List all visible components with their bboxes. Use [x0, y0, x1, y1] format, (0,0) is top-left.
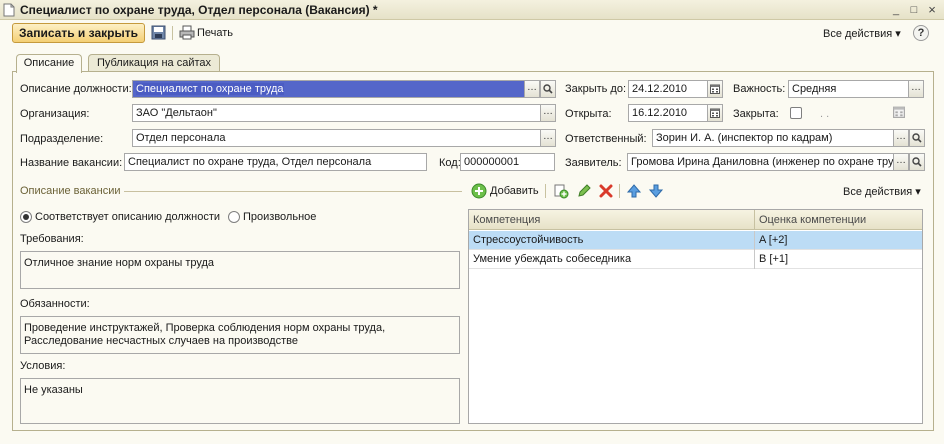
tab-publication[interactable]: Публикация на сайтах: [88, 54, 220, 72]
competencies-all-actions-menu[interactable]: Все действия ▾: [843, 185, 921, 198]
organization-label: Организация:: [20, 108, 90, 120]
code-label: Код:: [439, 157, 461, 169]
conditions-field[interactable]: Не указаны: [20, 378, 460, 424]
organization-field[interactable]: ЗАО "Дельтаон": [132, 104, 541, 122]
radio-arbitrary[interactable]: [228, 211, 240, 223]
duties-label: Обязанности:: [20, 298, 90, 310]
closed-label: Закрыта:: [733, 108, 779, 120]
vacancy-name-field[interactable]: Специалист по охране труда, Отдел персон…: [124, 153, 427, 171]
opened-label: Открыта:: [565, 108, 612, 120]
close-button[interactable]: ×: [925, 3, 939, 17]
tab-description[interactable]: Описание: [16, 54, 82, 73]
responsible-select-button[interactable]: …: [893, 129, 909, 147]
rating-cell: B [+1]: [759, 253, 789, 265]
department-field[interactable]: Отдел персонала: [132, 129, 541, 147]
save-and-close-button[interactable]: Записать и закрыть: [12, 23, 145, 43]
arrow-up-icon[interactable]: [626, 183, 642, 199]
applicant-select-button[interactable]: …: [893, 153, 909, 171]
radio-matches-label: Соответствует описанию должности: [35, 211, 221, 223]
calendar-icon: [710, 108, 720, 118]
chevron-down-icon: ▾: [915, 186, 921, 198]
responsible-field[interactable]: Зорин И. А. (инспектор по кадрам): [652, 129, 895, 147]
department-select-button[interactable]: …: [540, 129, 556, 147]
toolbar-separator: [619, 184, 620, 198]
help-button[interactable]: ?: [913, 25, 929, 41]
all-actions-menu[interactable]: Все действия ▾: [823, 27, 901, 40]
opened-calendar-button[interactable]: [707, 104, 723, 122]
applicant-label: Заявитель:: [565, 157, 622, 169]
copy-icon[interactable]: [553, 183, 569, 199]
title-bar: Специалист по охране труда, Отдел персон…: [0, 0, 944, 20]
vacancy-name-label: Название вакансии:: [20, 157, 123, 169]
table-row[interactable]: Стрессоустойчивость A [+2]: [469, 231, 922, 250]
save-icon[interactable]: [151, 25, 166, 40]
importance-label: Важность:: [733, 83, 786, 95]
applicant-search-button[interactable]: [909, 153, 925, 171]
table-header: Компетенция Оценка компетенции: [469, 210, 922, 230]
maximize-button[interactable]: □: [907, 3, 921, 17]
window-title: Специалист по охране труда, Отдел персон…: [20, 3, 378, 17]
vacancy-description-heading: Описание вакансии: [20, 185, 121, 197]
competency-cell: Умение убеждать собеседника: [469, 250, 755, 269]
requirements-field[interactable]: Отличное знание норм охраны труда: [20, 251, 460, 289]
document-icon: [3, 3, 15, 17]
search-icon: [543, 84, 553, 94]
rating-cell: A [+2]: [759, 234, 788, 246]
arrow-down-icon[interactable]: [648, 183, 664, 199]
closed-date-field: . .: [820, 108, 830, 120]
print-button[interactable]: Печать: [197, 27, 233, 39]
search-icon: [912, 133, 922, 143]
close-until-label: Закрыть до:: [565, 83, 627, 95]
responsible-label: Ответственный:: [565, 133, 647, 145]
requirements-label: Требования:: [20, 233, 84, 245]
importance-select-button[interactable]: …: [908, 80, 924, 98]
search-icon: [912, 157, 922, 167]
radio-matches-position[interactable]: [20, 211, 32, 223]
edit-icon[interactable]: [576, 183, 592, 199]
duties-field[interactable]: Проведение инструктажей, Проверка соблюд…: [20, 316, 460, 354]
toolbar-separator: [172, 26, 173, 40]
table-row[interactable]: Умение убеждать собеседника B [+1]: [469, 250, 922, 269]
toolbar-separator: [545, 184, 546, 198]
organization-select-button[interactable]: …: [540, 104, 556, 122]
opened-field[interactable]: 16.12.2010: [628, 104, 708, 122]
conditions-label: Условия:: [20, 360, 66, 372]
position-field[interactable]: Специалист по охране труда: [132, 80, 525, 98]
section-divider: [124, 191, 462, 192]
competency-cell: Стрессоустойчивость: [469, 231, 755, 250]
applicant-field[interactable]: Громова Ирина Даниловна (инженер по охра…: [627, 153, 895, 171]
column-header-rating[interactable]: Оценка компетенции: [755, 210, 922, 230]
close-until-calendar-button[interactable]: [707, 80, 723, 98]
department-label: Подразделение:: [20, 133, 104, 145]
printer-icon[interactable]: [179, 25, 195, 40]
closed-checkbox[interactable]: [790, 107, 802, 119]
position-search-button[interactable]: [540, 80, 556, 98]
position-select-button[interactable]: …: [524, 80, 540, 98]
chevron-down-icon: ▾: [895, 28, 901, 40]
add-competency-button[interactable]: Добавить: [490, 185, 539, 197]
calendar-icon: [893, 106, 905, 118]
calendar-icon: [710, 84, 720, 94]
delete-icon[interactable]: [598, 183, 614, 199]
add-icon[interactable]: [471, 183, 487, 199]
competencies-table[interactable]: Компетенция Оценка компетенции Стрессоус…: [468, 209, 923, 424]
code-field[interactable]: 000000001: [460, 153, 555, 171]
close-until-field[interactable]: 24.12.2010: [628, 80, 708, 98]
minimize-button[interactable]: _: [889, 3, 903, 17]
position-label: Описание должности:: [20, 83, 132, 95]
importance-field[interactable]: Средняя: [788, 80, 909, 98]
responsible-search-button[interactable]: [909, 129, 925, 147]
closed-calendar-button: [893, 106, 905, 121]
radio-arbitrary-label: Произвольное: [243, 211, 317, 223]
column-header-competency[interactable]: Компетенция: [469, 210, 755, 230]
